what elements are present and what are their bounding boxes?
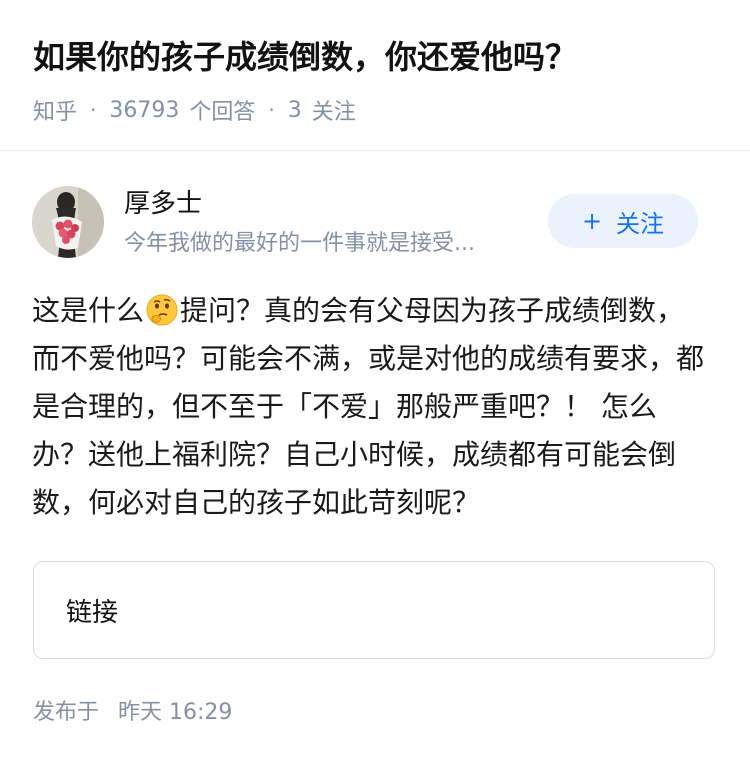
question-title[interactable]: 如果你的孩子成绩倒数，你还爱他吗？ <box>33 34 577 80</box>
follower-count: 3 <box>287 97 302 123</box>
answer-count: 36793 <box>109 97 180 123</box>
follow-button-label: 关注 <box>616 209 665 238</box>
follower-count-label: 关注 <box>311 100 356 125</box>
answer-count-label: 个回答 <box>189 100 256 125</box>
source-label[interactable]: 知乎 <box>33 94 77 126</box>
follow-button[interactable]: + 关注 <box>548 194 698 248</box>
author-bio: 今年我做的最好的一件事就是接受... <box>124 231 475 256</box>
avatar-image <box>32 186 104 258</box>
section-divider <box>0 150 750 151</box>
answer-content: 这是什么 提问？真的会有父母因为孩子成绩倒数，而不爱他吗？可能会不满，或是对他的成… <box>32 287 712 527</box>
author-name[interactable]: 厚多士 <box>124 186 202 222</box>
meta-separator: · <box>90 98 97 122</box>
link-card[interactable]: 链接 <box>33 561 715 659</box>
answer-text-part1: 这是什么 <box>32 294 145 327</box>
answer-text-part2: 提问？真的会有父母因为孩子成绩倒数，而不爱他吗？可能会不满，或是对他的成绩有要求… <box>32 294 705 519</box>
publish-info: 发布于 昨天 16:29 <box>33 696 232 730</box>
link-card-label: 链接 <box>66 597 119 628</box>
plus-icon: + <box>581 207 603 235</box>
meta-separator: · <box>268 98 275 122</box>
publish-time: 昨天 16:29 <box>118 700 233 725</box>
author-row: 厚多士 今年我做的最好的一件事就是接受... + 关注 <box>32 186 722 262</box>
question-meta: 知乎 · 36793 个回答 · 3 关注 <box>33 93 356 127</box>
publish-label: 发布于 <box>33 700 100 725</box>
thinking-face-emoji <box>146 294 178 326</box>
avatar[interactable] <box>32 186 104 258</box>
